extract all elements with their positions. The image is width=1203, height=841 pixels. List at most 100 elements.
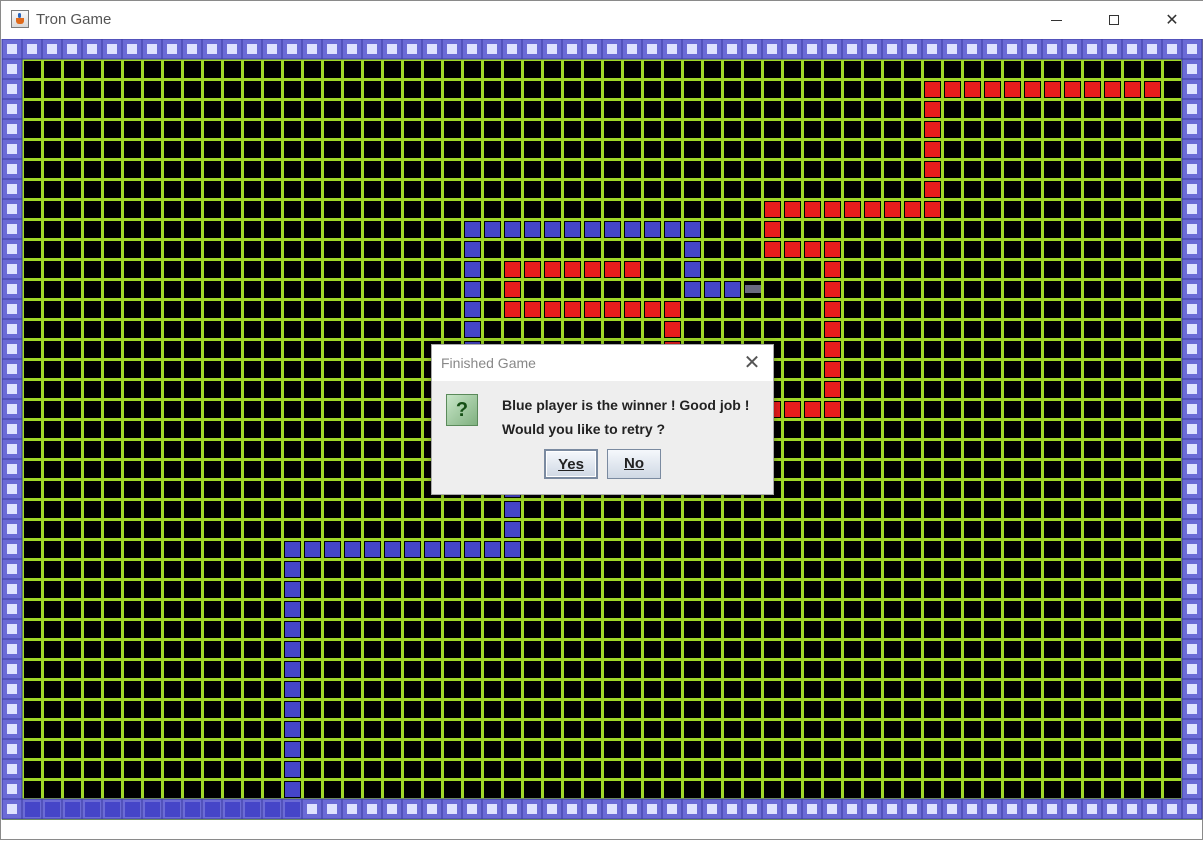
- empty-cell: [304, 561, 321, 578]
- empty-cell: [244, 121, 261, 138]
- blue-trail-cell: [465, 282, 480, 297]
- empty-cell: [1144, 561, 1161, 578]
- wall-tile-detail: [1187, 584, 1197, 594]
- empty-cell: [304, 781, 321, 798]
- wall-tile-detail: [1187, 764, 1197, 774]
- dialog-title-bar[interactable]: Finished Game ✕: [432, 345, 773, 381]
- empty-cell: [1144, 701, 1161, 718]
- empty-cell: [324, 201, 341, 218]
- empty-cell: [124, 581, 141, 598]
- empty-cell: [884, 81, 901, 98]
- empty-cell: [624, 281, 641, 298]
- title-bar[interactable]: Tron Game ✕: [1, 1, 1203, 39]
- empty-cell: [1084, 521, 1101, 538]
- empty-cell: [344, 601, 361, 618]
- red-trail-cell: [925, 162, 940, 177]
- close-icon: ✕: [1165, 12, 1179, 29]
- empty-cell: [244, 481, 261, 498]
- red-trail-cell: [925, 202, 940, 217]
- empty-cell: [364, 721, 381, 738]
- empty-cell: [864, 101, 881, 118]
- empty-cell: [224, 361, 241, 378]
- maximize-button[interactable]: [1085, 1, 1143, 39]
- blue-trail-cell: [85, 802, 100, 817]
- empty-cell: [764, 781, 781, 798]
- empty-cell: [1124, 241, 1141, 258]
- empty-cell: [104, 241, 121, 258]
- empty-cell: [64, 661, 81, 678]
- empty-cell: [164, 661, 181, 678]
- empty-cell: [884, 121, 901, 138]
- empty-cell: [304, 261, 321, 278]
- wall-tile-detail: [747, 804, 757, 814]
- empty-cell: [604, 741, 621, 758]
- empty-cell: [564, 501, 581, 518]
- dialog-close-button[interactable]: ✕: [737, 349, 767, 377]
- empty-cell: [304, 761, 321, 778]
- empty-cell: [1104, 741, 1121, 758]
- empty-cell: [364, 421, 381, 438]
- empty-cell: [504, 721, 521, 738]
- empty-cell: [224, 341, 241, 358]
- empty-cell: [244, 601, 261, 618]
- empty-cell: [1044, 421, 1061, 438]
- empty-cell: [644, 761, 661, 778]
- empty-cell: [404, 781, 421, 798]
- empty-cell: [264, 141, 281, 158]
- empty-cell: [304, 101, 321, 118]
- red-trail-cell: [805, 402, 820, 417]
- empty-cell: [484, 681, 501, 698]
- empty-cell: [244, 761, 261, 778]
- empty-cell: [504, 121, 521, 138]
- empty-cell: [884, 721, 901, 738]
- wall-tile-detail: [407, 804, 417, 814]
- empty-cell: [944, 141, 961, 158]
- wall-tile-detail: [367, 804, 377, 814]
- wall-tile-detail: [767, 804, 777, 814]
- empty-cell: [1104, 601, 1121, 618]
- empty-cell: [1164, 721, 1181, 738]
- wall-tile-detail: [7, 424, 17, 434]
- empty-cell: [944, 641, 961, 658]
- empty-cell: [64, 721, 81, 738]
- empty-cell: [564, 141, 581, 158]
- wall-tile-detail: [1187, 64, 1197, 74]
- empty-cell: [704, 601, 721, 618]
- empty-cell: [384, 201, 401, 218]
- blue-trail-cell: [625, 222, 640, 237]
- empty-cell: [84, 141, 101, 158]
- empty-cell: [204, 501, 221, 518]
- empty-cell: [404, 641, 421, 658]
- empty-cell: [464, 721, 481, 738]
- empty-cell: [1004, 221, 1021, 238]
- empty-cell: [924, 541, 941, 558]
- empty-cell: [304, 281, 321, 298]
- empty-cell: [484, 581, 501, 598]
- close-button[interactable]: ✕: [1143, 1, 1201, 39]
- empty-cell: [984, 221, 1001, 238]
- empty-cell: [884, 101, 901, 118]
- empty-cell: [484, 661, 501, 678]
- empty-cell: [764, 581, 781, 598]
- empty-cell: [404, 81, 421, 98]
- empty-cell: [224, 741, 241, 758]
- empty-cell: [84, 601, 101, 618]
- empty-cell: [64, 601, 81, 618]
- red-trail-cell: [945, 82, 960, 97]
- empty-cell: [144, 561, 161, 578]
- wall-tile-detail: [667, 804, 677, 814]
- minimize-button[interactable]: [1027, 1, 1085, 39]
- empty-cell: [264, 201, 281, 218]
- no-button[interactable]: No: [607, 449, 661, 479]
- empty-cell: [804, 601, 821, 618]
- empty-cell: [564, 321, 581, 338]
- yes-button[interactable]: Yes: [544, 449, 598, 479]
- red-trail-cell: [925, 182, 940, 197]
- empty-cell: [984, 321, 1001, 338]
- empty-cell: [1164, 601, 1181, 618]
- empty-cell: [924, 421, 941, 438]
- empty-cell: [384, 701, 401, 718]
- empty-cell: [384, 181, 401, 198]
- empty-cell: [724, 681, 741, 698]
- empty-cell: [864, 461, 881, 478]
